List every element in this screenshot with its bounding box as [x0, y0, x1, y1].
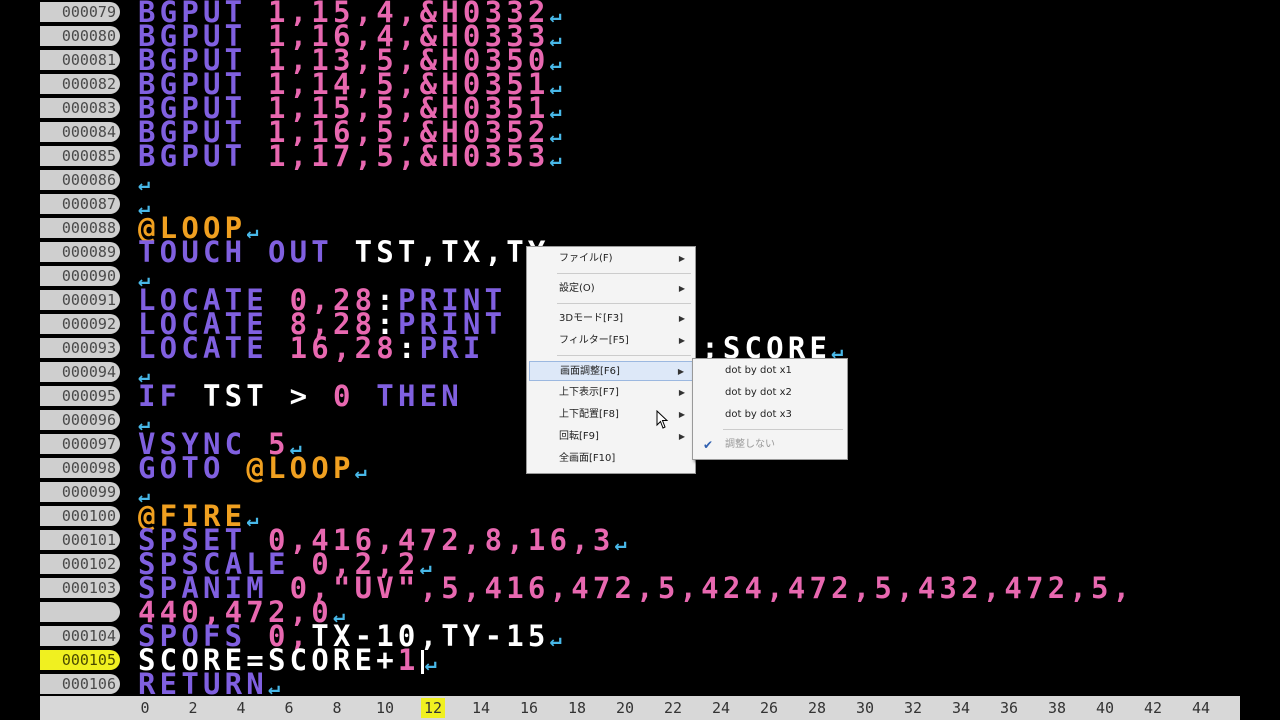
line-number: 000093: [40, 338, 120, 358]
line-number: 000097: [40, 434, 120, 454]
code-line[interactable]: 000106 RETURN↵: [0, 670, 1280, 699]
code-text: IF TST > 0 THEN: [138, 382, 485, 411]
submenu-item-label: dot by dot x1: [725, 365, 792, 376]
line-number: 000088: [40, 218, 120, 238]
context-menu: ファイル(F) ▶ 設定(O) ▶ 3Dモード[F3] ▶ フィルター[F5] ▶ 画面調整[F…: [526, 246, 696, 474]
line-number: 000080: [40, 26, 120, 46]
submenu-item-label: 調整しない: [725, 439, 775, 450]
ruler-tick: 12: [421, 698, 445, 718]
submenu-arrow-icon: ▶: [678, 254, 685, 263]
code-line[interactable]: 000086 ↵: [0, 168, 1280, 195]
text-caret: [420, 650, 424, 674]
menu-item[interactable]: 全画面[F10]: [529, 449, 693, 469]
menu-item[interactable]: 画面調整[F6] ▶: [529, 361, 693, 381]
ruler-tick: 38: [1047, 699, 1067, 717]
line-number: 000103: [40, 578, 120, 598]
menu-item[interactable]: 回転[F9] ▶: [529, 427, 693, 447]
submenu-item-label: dot by dot x3: [725, 409, 792, 420]
menu-item-label: フィルター[F5]: [559, 335, 629, 346]
submenu-item[interactable]: ✔ 調整しない: [695, 435, 845, 455]
ruler-tick: 24: [711, 699, 731, 717]
line-number: 000087: [40, 194, 120, 214]
ruler-tick: 4: [236, 699, 246, 717]
submenu-item[interactable]: dot by dot x3: [695, 405, 845, 425]
check-icon: ✔: [703, 438, 714, 452]
ruler-tick: 34: [951, 699, 971, 717]
menu-separator: [557, 355, 691, 356]
ruler-tick: 32: [903, 699, 923, 717]
menu-item[interactable]: フィルター[F5] ▶: [529, 331, 693, 351]
menu-separator: [557, 303, 691, 304]
line-number: 000102: [40, 554, 120, 574]
line-number: 000098: [40, 458, 120, 478]
line-number: 000100: [40, 506, 120, 526]
line-number: 000104: [40, 626, 120, 646]
ruler-tick: 6: [284, 699, 294, 717]
line-number: 000085: [40, 146, 120, 166]
line-number: 000083: [40, 98, 120, 118]
menu-item[interactable]: ファイル(F) ▶: [529, 249, 693, 269]
menu-item-label: ファイル(F): [559, 253, 613, 264]
submenu-arrow-icon: ▶: [678, 432, 685, 441]
line-number: 000086: [40, 170, 120, 190]
menu-item-label: 画面調整[F6]: [560, 366, 620, 377]
ruler-tick: 42: [1143, 699, 1163, 717]
menu-item-label: 上下表示[F7]: [559, 387, 619, 398]
ruler-tick: 2: [188, 699, 198, 717]
menu-item[interactable]: 上下表示[F7] ▶: [529, 383, 693, 403]
line-number: 000095: [40, 386, 120, 406]
ruler-tick: 0: [140, 699, 150, 717]
line-number: 000081: [40, 50, 120, 70]
line-number: 000090: [40, 266, 120, 286]
submenu-arrow-icon: ▶: [678, 314, 685, 323]
ruler-tick: 28: [807, 699, 827, 717]
submenu-item-label: dot by dot x2: [725, 387, 792, 398]
line-number: 000106: [40, 674, 120, 694]
menu-item-label: 3Dモード[F3]: [559, 313, 623, 324]
line-number: 000091: [40, 290, 120, 310]
menu-item[interactable]: 3Dモード[F3] ▶: [529, 309, 693, 329]
ruler-tick: 18: [567, 699, 587, 717]
ruler-tick: 26: [759, 699, 779, 717]
menu-item[interactable]: 設定(O) ▶: [529, 279, 693, 299]
ruler-tick: 22: [663, 699, 683, 717]
ruler-tick: 44: [1191, 699, 1211, 717]
submenu-arrow-icon: ▶: [678, 388, 685, 397]
menu-item-label: 設定(O): [559, 283, 595, 294]
column-ruler: 0 2 4 6 8 10 12 14 16 18 20 22 24 26 28 30 32 34 36 38 40 42 4…: [40, 696, 1240, 720]
ruler-tick: 30: [855, 699, 875, 717]
ruler-tick: 40: [1095, 699, 1115, 717]
screen-adjust-submenu: dot by dot x1 dot by dot x2 dot by dot x3 ✔…: [692, 358, 848, 460]
line-number: 000105: [40, 650, 120, 670]
menu-separator: [557, 273, 691, 274]
ruler-tick: 14: [471, 699, 491, 717]
line-number: [40, 602, 120, 622]
menu-item-label: 回転[F9]: [559, 431, 599, 442]
submenu-arrow-icon: ▶: [678, 336, 685, 345]
line-number: 000084: [40, 122, 120, 142]
submenu-arrow-icon: ▶: [678, 284, 685, 293]
submenu-arrow-icon: ▶: [677, 367, 684, 376]
menu-separator: [723, 429, 843, 430]
ruler-tick: 36: [999, 699, 1019, 717]
submenu-item[interactable]: dot by dot x1: [695, 361, 845, 381]
ruler-tick: 10: [375, 699, 395, 717]
menu-item-label: 全画面[F10]: [559, 453, 616, 464]
line-number: 000079: [40, 2, 120, 22]
menu-item-label: 上下配置[F8]: [559, 409, 619, 420]
line-number: 000094: [40, 362, 120, 382]
line-number: 000092: [40, 314, 120, 334]
code-line[interactable]: 000085 BGPUT 1,17,5,&H0353↵: [0, 142, 1280, 171]
submenu-arrow-icon: ▶: [678, 410, 685, 419]
line-number: 000099: [40, 482, 120, 502]
ruler-tick: 8: [332, 699, 342, 717]
submenu-item[interactable]: dot by dot x2: [695, 383, 845, 403]
line-number: 000089: [40, 242, 120, 262]
ruler-tick: 20: [615, 699, 635, 717]
line-number: 000101: [40, 530, 120, 550]
line-number: 000096: [40, 410, 120, 430]
ruler-tick: 16: [519, 699, 539, 717]
line-number: 000082: [40, 74, 120, 94]
mouse-pointer-icon: [656, 410, 669, 429]
